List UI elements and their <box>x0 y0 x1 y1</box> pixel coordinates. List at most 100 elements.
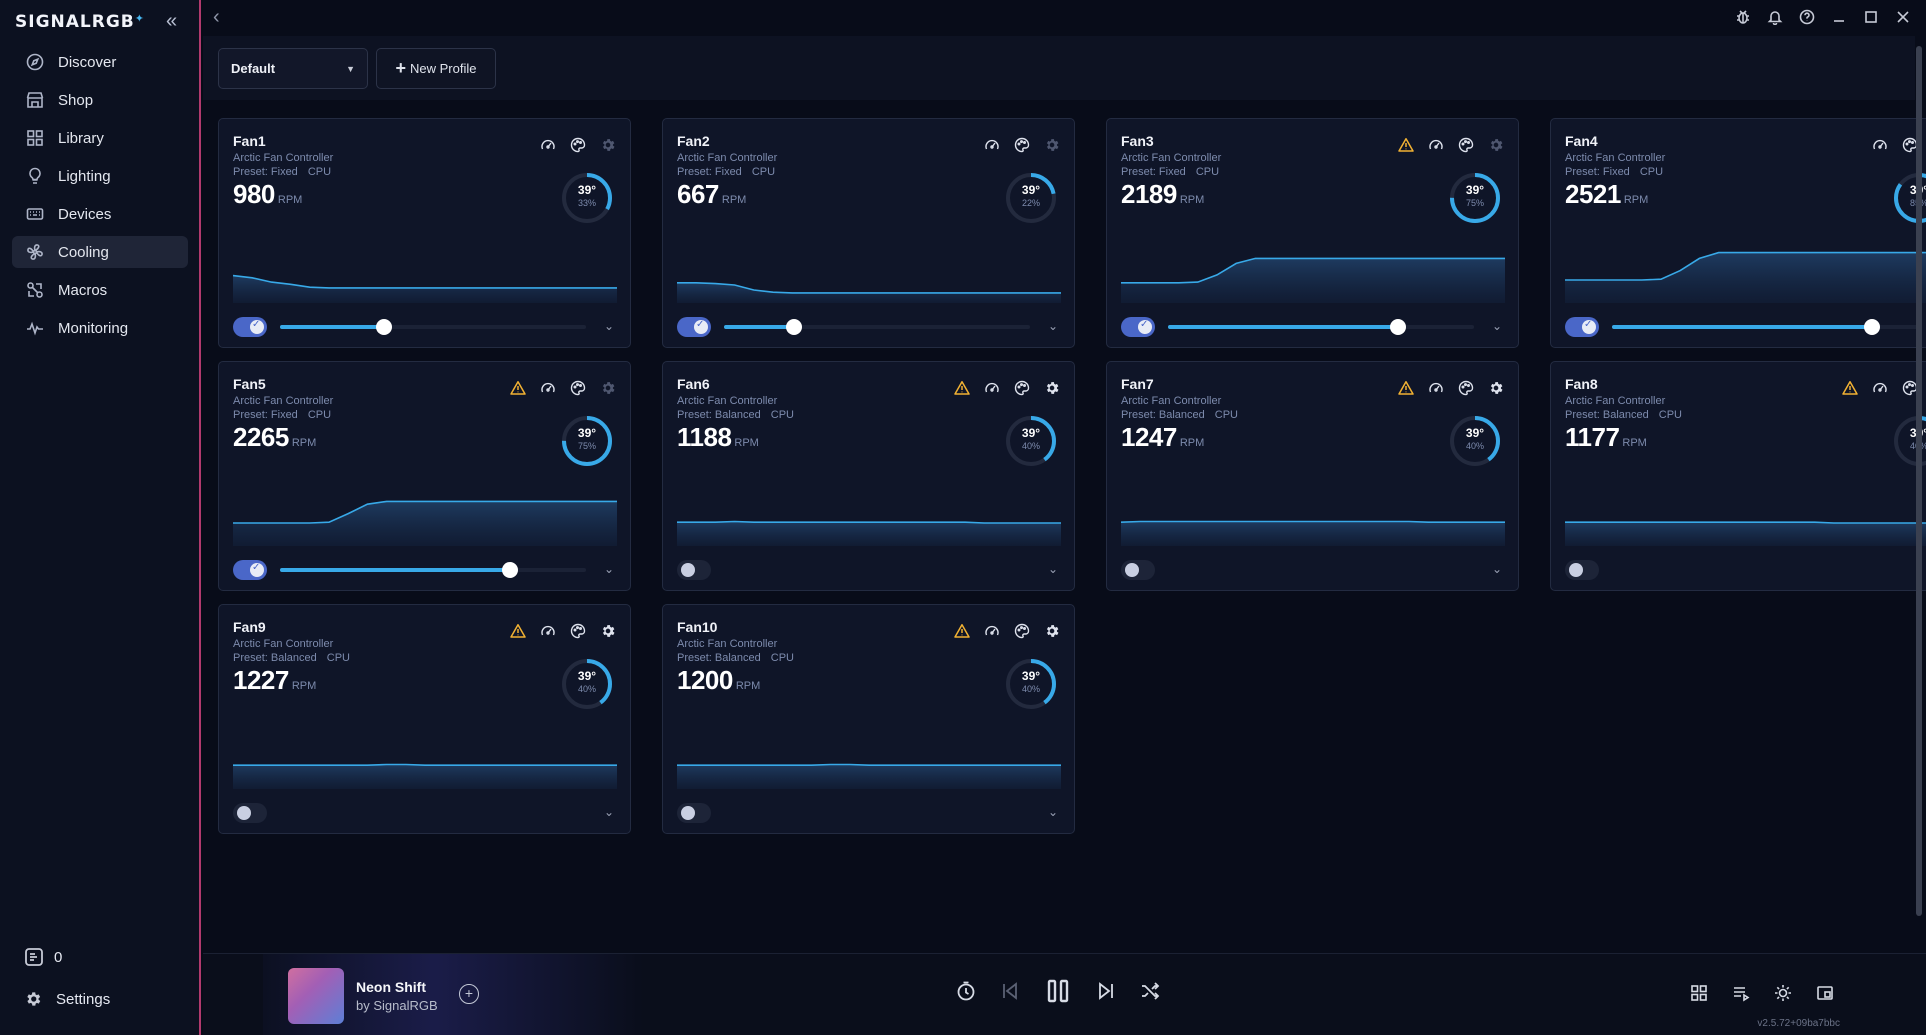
timer-icon[interactable] <box>955 980 977 1002</box>
chevron-down-icon[interactable]: ⌄ <box>604 805 614 819</box>
fan-fixed-toggle[interactable] <box>233 803 267 823</box>
profile-dropdown[interactable]: Default ▼ <box>218 48 368 89</box>
fan-fixed-toggle[interactable] <box>677 560 711 580</box>
fan-speed-slider[interactable] <box>1168 319 1474 335</box>
pause-icon[interactable] <box>1043 976 1073 1006</box>
new-profile-button[interactable]: + New Profile <box>376 48 496 89</box>
fan-card[interactable]: Fan1 Arctic Fan Controller Preset: Fixed CP… <box>218 118 631 348</box>
speedometer-icon[interactable] <box>982 135 1002 155</box>
sidebar-item-lighting[interactable]: Lighting <box>12 160 188 192</box>
fan-card[interactable]: Fan7 Arctic Fan Controller Preset: Balance… <box>1106 361 1519 591</box>
speedometer-icon[interactable] <box>538 135 558 155</box>
fan-speed-slider[interactable] <box>280 319 586 335</box>
sidebar-item-shop[interactable]: Shop <box>12 84 188 116</box>
fan-card[interactable]: Fan4 Arctic Fan Controller Preset: Fixed CP… <box>1550 118 1926 348</box>
warning-icon[interactable] <box>952 378 972 398</box>
chevron-down-icon[interactable]: ⌄ <box>1048 562 1058 576</box>
slider-thumb[interactable] <box>501 562 518 578</box>
chevron-down-icon[interactable]: ⌄ <box>1048 319 1058 333</box>
palette-icon[interactable] <box>1012 135 1032 155</box>
slider-thumb[interactable] <box>376 319 393 335</box>
gear-icon[interactable] <box>598 378 618 398</box>
brightness-icon[interactable] <box>1774 984 1794 1004</box>
help-icon[interactable] <box>1798 8 1816 26</box>
warning-icon[interactable] <box>1840 378 1860 398</box>
speedometer-icon[interactable] <box>1870 378 1890 398</box>
track-title[interactable]: Neon Shift <box>356 979 426 995</box>
album-art[interactable] <box>288 968 344 1024</box>
maximize-icon[interactable] <box>1862 8 1880 26</box>
main-scrollbar[interactable] <box>1916 46 1922 916</box>
shuffle-icon[interactable] <box>1139 980 1161 1002</box>
warning-icon[interactable] <box>1396 378 1416 398</box>
palette-icon[interactable] <box>568 135 588 155</box>
credits-counter[interactable]: 0 <box>24 947 62 967</box>
slider-thumb[interactable] <box>1864 319 1881 335</box>
fan-fixed-toggle[interactable] <box>677 317 711 337</box>
fan-fixed-toggle[interactable] <box>1565 317 1599 337</box>
fan-speed-slider[interactable] <box>1612 319 1918 335</box>
speedometer-icon[interactable] <box>982 378 1002 398</box>
fan-card[interactable]: Fan10 Arctic Fan Controller Preset: Balanc… <box>662 604 1075 834</box>
close-icon[interactable] <box>1894 8 1912 26</box>
palette-icon[interactable] <box>1456 135 1476 155</box>
fan-fixed-toggle[interactable] <box>1121 317 1155 337</box>
warning-icon[interactable] <box>952 621 972 641</box>
chevron-down-icon[interactable]: ⌄ <box>604 562 614 576</box>
warning-icon[interactable] <box>508 621 528 641</box>
minimize-icon[interactable] <box>1830 8 1848 26</box>
palette-icon[interactable] <box>1456 378 1476 398</box>
warning-icon[interactable] <box>1396 135 1416 155</box>
fan-fixed-toggle[interactable] <box>233 560 267 580</box>
speedometer-icon[interactable] <box>1426 378 1446 398</box>
chevron-down-icon[interactable]: ⌄ <box>1492 562 1502 576</box>
gear-icon[interactable] <box>598 621 618 641</box>
palette-icon[interactable] <box>568 621 588 641</box>
fan-speed-slider[interactable] <box>724 319 1030 335</box>
fan-fixed-toggle[interactable] <box>677 803 711 823</box>
settings-button[interactable]: Settings <box>24 990 110 1008</box>
add-to-library-icon[interactable]: + <box>459 984 479 1004</box>
speedometer-icon[interactable] <box>1426 135 1446 155</box>
gear-icon[interactable] <box>1042 621 1062 641</box>
fan-card[interactable]: Fan2 Arctic Fan Controller Preset: Fixed CP… <box>662 118 1075 348</box>
speedometer-icon[interactable] <box>538 621 558 641</box>
fan-card[interactable]: Fan9 Arctic Fan Controller Preset: Balance… <box>218 604 631 834</box>
sidebar-item-devices[interactable]: Devices <box>12 198 188 230</box>
chevron-down-icon[interactable]: ⌄ <box>604 319 614 333</box>
fan-card[interactable]: Fan8 Arctic Fan Controller Preset: Balance… <box>1550 361 1926 591</box>
speedometer-icon[interactable] <box>538 378 558 398</box>
warning-icon[interactable] <box>508 378 528 398</box>
chevron-down-icon[interactable]: ⌄ <box>1048 805 1058 819</box>
queue-icon[interactable] <box>1732 984 1752 1004</box>
sidebar-item-cooling[interactable]: Cooling <box>12 236 188 268</box>
previous-track-icon[interactable] <box>999 980 1021 1002</box>
sidebar-item-monitoring[interactable]: Monitoring <box>12 312 188 344</box>
next-track-icon[interactable] <box>1095 980 1117 1002</box>
fan-fixed-toggle[interactable] <box>233 317 267 337</box>
fan-speed-slider[interactable] <box>280 562 586 578</box>
gear-icon[interactable] <box>1486 378 1506 398</box>
sidebar-item-discover[interactable]: Discover <box>12 46 188 78</box>
notification-bell-icon[interactable] <box>1766 8 1784 26</box>
gear-icon[interactable] <box>598 135 618 155</box>
palette-icon[interactable] <box>568 378 588 398</box>
slider-thumb[interactable] <box>1389 319 1406 335</box>
gear-icon[interactable] <box>1042 135 1062 155</box>
sidebar-item-macros[interactable]: Macros <box>12 274 188 306</box>
slider-thumb[interactable] <box>786 319 803 335</box>
app-logo[interactable]: SIGNALRGB✦ <box>15 12 145 32</box>
bug-report-icon[interactable] <box>1734 8 1752 26</box>
layout-grid-icon[interactable] <box>1690 984 1710 1004</box>
fan-card[interactable]: Fan3 Arctic Fan Controller Preset: Fixed CP… <box>1106 118 1519 348</box>
fan-fixed-toggle[interactable] <box>1121 560 1155 580</box>
mini-player-icon[interactable] <box>1816 984 1836 1004</box>
palette-icon[interactable] <box>1012 378 1032 398</box>
speedometer-icon[interactable] <box>1870 135 1890 155</box>
gear-icon[interactable] <box>1042 378 1062 398</box>
sidebar-item-library[interactable]: Library <box>12 122 188 154</box>
fan-card[interactable]: Fan5 Arctic Fan Controller Preset: Fixed CP… <box>218 361 631 591</box>
collapse-sidebar-icon[interactable]: « <box>166 10 177 33</box>
palette-icon[interactable] <box>1012 621 1032 641</box>
speedometer-icon[interactable] <box>982 621 1002 641</box>
